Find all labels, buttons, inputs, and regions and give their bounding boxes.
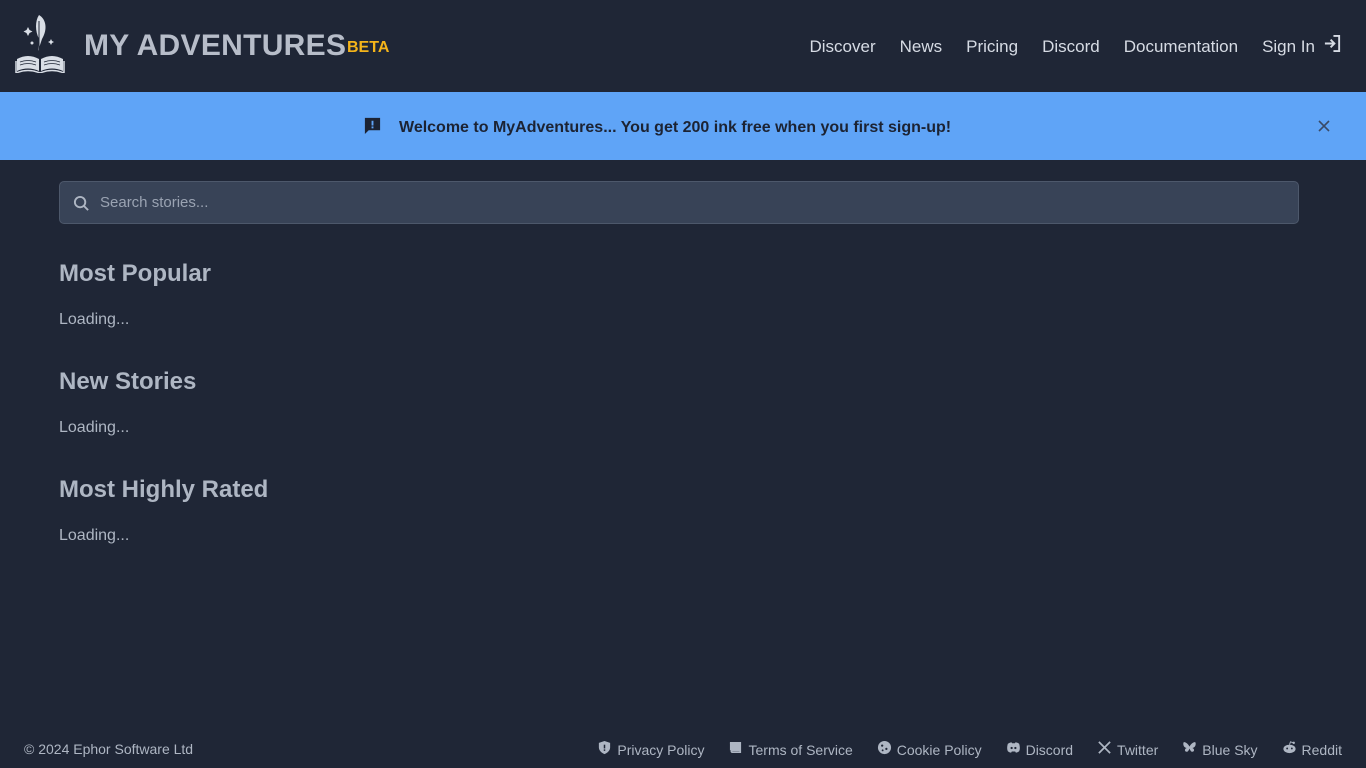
section-title-most-highly-rated: Most Highly Rated [59, 476, 269, 503]
nav-news[interactable]: News [900, 35, 943, 59]
footer-links: Privacy Policy Terms of Service Cookie P… [597, 740, 1342, 759]
footer-link-twitter[interactable]: Twitter [1097, 740, 1158, 759]
copyright: © 2024 Ephor Software Ltd [24, 741, 194, 757]
brand-name[interactable]: MY ADVENTURES [84, 28, 346, 64]
footer-link-label: Twitter [1117, 741, 1159, 758]
scroll-icon [729, 740, 744, 759]
shield-icon [597, 740, 612, 759]
nav-discover[interactable]: Discover [809, 35, 875, 59]
footer-link-label: Blue Sky [1202, 741, 1258, 758]
book-quill-logo[interactable] [15, 13, 65, 75]
cookie-icon [877, 740, 892, 759]
search-input[interactable] [100, 182, 1290, 223]
beta-badge: BETA [347, 39, 390, 56]
loading-most-highly-rated: Loading... [59, 527, 130, 544]
footer-link-label: Cookie Policy [896, 741, 982, 758]
nav-documentation[interactable]: Documentation [1124, 35, 1238, 59]
footer-link-label: Terms of Service [748, 741, 853, 758]
footer-link-cookie-policy[interactable]: Cookie Policy [877, 740, 982, 759]
footer-link-label: Reddit [1301, 741, 1342, 758]
footer-link-privacy-policy[interactable]: Privacy Policy [597, 740, 705, 759]
welcome-banner: Welcome to MyAdventures... You get 200 i… [0, 92, 1366, 160]
sign-in-button[interactable]: Sign In [1262, 34, 1342, 60]
main-nav: Discover News Pricing Discord Documentat… [809, 34, 1342, 60]
sign-in-icon [1323, 34, 1342, 60]
butterfly-icon [1182, 740, 1197, 759]
discord-icon [1006, 740, 1021, 759]
reddit-icon [1282, 740, 1297, 759]
close-icon[interactable] [1314, 116, 1334, 136]
nav-discord[interactable]: Discord [1042, 35, 1100, 59]
sign-in-label: Sign In [1262, 37, 1315, 56]
footer-link-blue-sky[interactable]: Blue Sky [1182, 740, 1258, 759]
nav-pricing[interactable]: Pricing [966, 35, 1018, 59]
footer-link-label: Privacy Policy [617, 741, 705, 758]
x-icon [1097, 740, 1112, 759]
loading-most-popular: Loading... [59, 311, 130, 328]
footer-link-discord[interactable]: Discord [1006, 740, 1073, 759]
section-title-new-stories: New Stories [59, 368, 197, 395]
loading-new-stories: Loading... [59, 419, 130, 436]
banner-message: Welcome to MyAdventures... You get 200 i… [399, 119, 952, 136]
footer-link-reddit[interactable]: Reddit [1282, 740, 1342, 759]
top-header: MY ADVENTURES BETA Discover News Pricing… [0, 0, 1366, 92]
footer-link-terms-of-service[interactable]: Terms of Service [729, 740, 853, 759]
section-title-most-popular: Most Popular [59, 260, 212, 287]
search-bar [59, 181, 1299, 224]
alert-message-icon [363, 116, 382, 140]
footer-link-label: Discord [1025, 741, 1074, 758]
